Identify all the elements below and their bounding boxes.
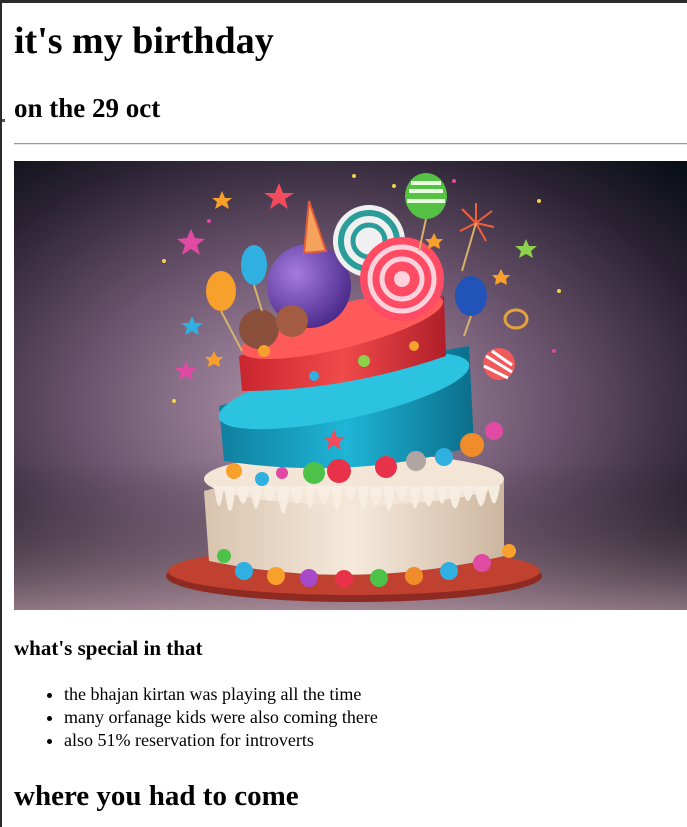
divider (14, 143, 687, 145)
special-heading: what's special in that (14, 636, 203, 660)
where-heading: where you had to come (14, 780, 299, 812)
special-list: the bhajan kirtan was playing all the ti… (14, 683, 378, 752)
list-item: many orfanage kids were also coming ther… (64, 706, 378, 729)
page-title: it's my birthday (14, 20, 274, 62)
list-item: the bhajan kirtan was playing all the ti… (64, 683, 378, 706)
birthday-cake-image (14, 161, 687, 610)
scroll-marker (2, 119, 5, 122)
list-item: also 51% reservation for introverts (64, 729, 378, 752)
date-heading: on the 29 oct (14, 93, 161, 123)
browser-viewport: it's my birthday on the 29 oct what's sp… (0, 0, 687, 827)
